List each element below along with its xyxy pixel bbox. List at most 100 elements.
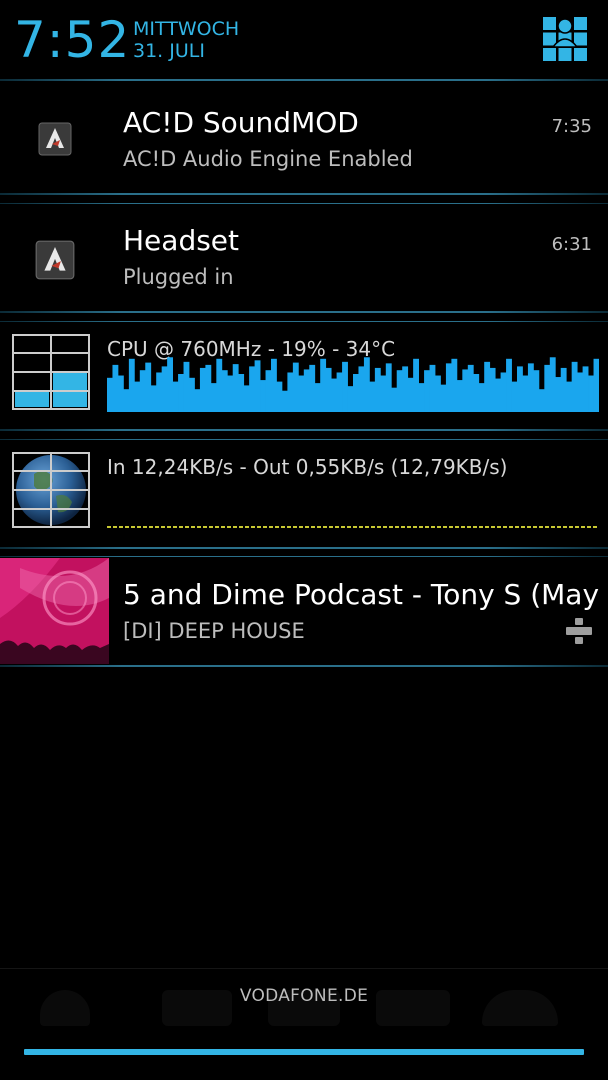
cpu-history-bar bbox=[227, 375, 234, 412]
clock[interactable]: 7:52 bbox=[14, 8, 130, 72]
cpu-history-bar bbox=[582, 366, 589, 412]
globe-grid-icon bbox=[12, 452, 90, 528]
cpu-history-bar bbox=[363, 357, 370, 412]
cpu-history-bar bbox=[123, 389, 130, 412]
notification-headset[interactable]: Headset Plugged in 6:31 bbox=[0, 204, 608, 310]
cpu-history-bar bbox=[210, 383, 217, 412]
cpu-history-bar bbox=[107, 377, 113, 412]
cpu-history-bar bbox=[429, 364, 436, 412]
drag-handle[interactable] bbox=[24, 1049, 584, 1055]
date-label: 31. JULI bbox=[133, 40, 205, 62]
cpu-history-bar bbox=[495, 378, 501, 412]
cpu-usage-graph bbox=[107, 357, 599, 412]
cpu-history-bar bbox=[189, 377, 195, 412]
cpu-history-bar bbox=[424, 370, 430, 412]
cpu-history-bar bbox=[172, 381, 179, 412]
cpu-history-bar bbox=[396, 370, 403, 412]
cpu-history-bar bbox=[309, 364, 316, 412]
divider bbox=[0, 556, 608, 557]
cpu-history-bar bbox=[271, 358, 277, 412]
cpu-history-bar bbox=[577, 372, 583, 412]
date-block[interactable]: MITTWOCH 31. JULI bbox=[133, 18, 239, 62]
cpu-history-bar bbox=[112, 364, 119, 412]
notification-time: 7:35 bbox=[551, 116, 592, 137]
cpu-history-bar bbox=[566, 381, 573, 412]
cpu-history-bar bbox=[336, 372, 343, 412]
cpu-history-bar bbox=[128, 358, 135, 412]
cpu-history-bar bbox=[484, 361, 491, 412]
album-art bbox=[0, 558, 109, 664]
cpu-history-bar bbox=[418, 383, 425, 412]
cpu-history-bar bbox=[511, 381, 518, 412]
cpu-history-bar bbox=[489, 367, 496, 412]
cpu-history-bar bbox=[342, 361, 348, 412]
cpu-history-bar bbox=[139, 370, 146, 412]
cpu-history-bar bbox=[276, 381, 283, 412]
quick-settings-icon[interactable] bbox=[543, 17, 587, 61]
cpu-history-bar bbox=[287, 372, 294, 412]
cpu-history-bar bbox=[445, 363, 452, 412]
cpu-history-bar bbox=[391, 387, 398, 412]
cpu-history-bar bbox=[533, 370, 540, 412]
cpu-history-bar bbox=[150, 385, 157, 412]
cpu-history-bar bbox=[320, 358, 327, 412]
cpu-history-bar bbox=[467, 364, 474, 412]
cpu-history-bar bbox=[303, 369, 310, 412]
cpu-history-bar bbox=[440, 384, 447, 412]
cpu-history-bar bbox=[161, 366, 168, 412]
cpu-history-bar bbox=[314, 383, 321, 412]
cpu-history-bar bbox=[298, 375, 305, 412]
cpu-history-bar bbox=[374, 367, 381, 412]
cpu-history-bar bbox=[538, 389, 545, 412]
cpu-history-bar bbox=[243, 385, 250, 412]
cpu-history-bar bbox=[117, 375, 124, 412]
weekday-label: MITTWOCH bbox=[133, 18, 240, 40]
cpu-history-bar bbox=[167, 357, 173, 412]
cpu-history-bar bbox=[549, 357, 556, 412]
cpu-history-bar bbox=[145, 362, 152, 412]
cpu-history-bar bbox=[506, 358, 512, 412]
cpu-history-bar bbox=[353, 374, 359, 412]
cpu-history-bar bbox=[331, 378, 337, 412]
cpu-history-bar bbox=[178, 374, 184, 412]
cpu-history-bar bbox=[238, 374, 245, 412]
acid-logo-icon bbox=[35, 240, 75, 280]
cpu-history-bar bbox=[369, 381, 376, 412]
media-title: 5 and Dime Podcast - Tony S (May 2 bbox=[123, 578, 608, 611]
tunein-icon bbox=[566, 618, 592, 644]
notification-title: Headset bbox=[123, 224, 240, 257]
cpu-history-bar bbox=[517, 366, 523, 412]
status-header: 7:52 MITTWOCH 31. JULI bbox=[0, 0, 608, 78]
acid-logo-icon bbox=[38, 122, 72, 156]
carrier-label: VODAFONE.DE bbox=[239, 986, 369, 1006]
cpu-history-bar bbox=[462, 369, 469, 412]
cpu-history-bar bbox=[265, 370, 272, 412]
notification-acid-soundmod[interactable]: AC!D SoundMOD AC!D Audio Engine Enabled … bbox=[0, 86, 608, 192]
cpu-history-bar bbox=[593, 358, 599, 412]
cpu-history-bar bbox=[385, 363, 392, 412]
cpu-history-bar bbox=[500, 372, 507, 412]
cpu-history-bar bbox=[134, 381, 141, 412]
divider bbox=[0, 665, 608, 667]
cpu-history-bar bbox=[292, 362, 299, 412]
cpu-history-bar bbox=[254, 360, 261, 412]
network-monitor-notification[interactable]: In 12,24KB/s - Out 0,55KB/s (12,79KB/s) bbox=[0, 440, 608, 546]
cpu-history-bar bbox=[216, 358, 223, 412]
cpu-history-bar bbox=[544, 364, 551, 412]
notification-time: 6:31 bbox=[551, 234, 592, 255]
cpu-history-bar bbox=[281, 390, 288, 412]
media-notification[interactable]: 5 and Dime Podcast - Tony S (May 2 [DI] … bbox=[0, 558, 608, 664]
cpu-history-bar bbox=[527, 363, 534, 412]
cpu-history-bar bbox=[249, 366, 255, 412]
cpu-monitor-notification[interactable]: CPU @ 760MHz - 19% - 34°C bbox=[0, 322, 608, 428]
cpu-history-bar bbox=[407, 377, 414, 412]
divider bbox=[0, 429, 608, 431]
divider bbox=[0, 311, 608, 313]
cpu-history-bar bbox=[402, 366, 409, 412]
cpu-history-bar bbox=[478, 383, 485, 412]
header-divider bbox=[0, 79, 608, 81]
cpu-history-bar bbox=[451, 358, 458, 412]
cpu-history-bar bbox=[473, 374, 480, 412]
cpu-history-bar bbox=[221, 370, 228, 412]
network-traffic-graph bbox=[107, 526, 599, 528]
